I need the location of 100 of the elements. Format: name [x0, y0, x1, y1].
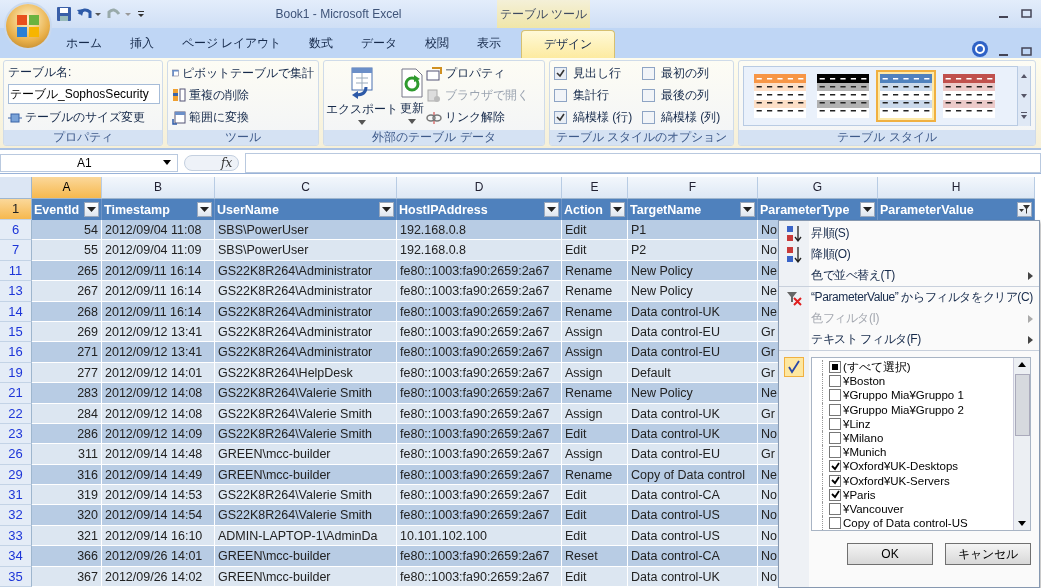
row-header[interactable]: 7: [0, 240, 32, 261]
ribbon-button[interactable]: 重複の削除: [172, 86, 314, 105]
filter-value-option[interactable]: (すべて選択): [822, 360, 1013, 375]
ribbon-tab[interactable]: デザイン: [521, 30, 616, 58]
table-cell: Edit: [562, 423, 628, 445]
row-header[interactable]: 21: [0, 383, 32, 404]
ribbon-tab[interactable]: ページ レイアウト: [168, 30, 296, 56]
column-header[interactable]: D: [397, 177, 562, 199]
row-header[interactable]: 11: [0, 260, 32, 282]
insert-function-button[interactable]: fx: [184, 154, 240, 171]
row-header[interactable]: 33: [0, 525, 32, 547]
column-header[interactable]: H: [878, 177, 1035, 199]
table-cell: fe80::1003:fa90:2659:2a67: [397, 546, 562, 567]
table-cell: fe80::1003:fa90:2659:2a67: [397, 485, 562, 506]
filter-value-option[interactable]: ¥Gruppo Mia¥Gruppo 1: [822, 388, 1013, 403]
dialog-button[interactable]: OK: [847, 543, 933, 565]
group-label: テーブル スタイル: [739, 130, 1035, 145]
column-header[interactable]: E: [562, 177, 628, 199]
style-option-checkbox[interactable]: 最後の列: [642, 87, 730, 104]
table-cell: 2012/09/14 16:10: [102, 525, 215, 547]
name-box[interactable]: A1: [0, 153, 178, 172]
row-header[interactable]: 35: [0, 566, 32, 588]
table-cell: 268: [32, 301, 102, 322]
row-header[interactable]: 26: [0, 444, 32, 465]
column-header[interactable]: A: [32, 177, 102, 199]
style-option-checkbox[interactable]: 最初の列: [642, 64, 730, 82]
table-cell: 269: [32, 321, 102, 343]
row-header[interactable]: 15: [0, 321, 32, 343]
filter-value-option[interactable]: ¥Oxford¥UK-Servers: [822, 473, 1013, 488]
group-label: プロパティ: [4, 130, 162, 145]
filter-value-option[interactable]: ¥Linz: [822, 416, 1013, 431]
column-header[interactable]: G: [758, 177, 878, 199]
menu-item[interactable]: “ParameterValue” からフィルタをクリア(C): [779, 286, 1039, 308]
row-header[interactable]: 19: [0, 362, 32, 384]
table-cell: Data control-UK: [628, 301, 758, 322]
ribbon-button[interactable]: プロパティ: [426, 64, 529, 83]
row-header[interactable]: 1: [0, 199, 32, 220]
table-cell: GS22K8R264\HelpDesk: [215, 362, 397, 384]
table-cell: 2012/09/26 14:01: [102, 546, 215, 567]
table-header: UserName: [217, 202, 279, 217]
table-cell: 286: [32, 423, 102, 445]
resize-table-button[interactable]: テーブルのサイズ変更: [8, 108, 158, 128]
table-cell: Data control-CA: [628, 485, 758, 506]
table-cell: fe80::1003:fa90:2659:2a67: [397, 301, 562, 322]
table-cell: 2012/09/12 14:09: [102, 423, 215, 445]
row-header[interactable]: 16: [0, 342, 32, 363]
filter-value-option[interactable]: ¥Oxford¥UK-Desktops: [822, 459, 1013, 474]
table-cell: fe80::1003:fa90:2659:2a67: [397, 362, 562, 384]
row-header[interactable]: 31: [0, 485, 32, 506]
table-name-field[interactable]: テーブル_SophosSecurity: [8, 84, 160, 105]
column-header[interactable]: B: [102, 177, 215, 199]
export-button[interactable]: エクスポート: [326, 66, 398, 125]
table-cell: fe80::1003:fa90:2659:2a67: [397, 321, 562, 343]
table-cell: GS22K8R264\Administrator: [215, 321, 397, 343]
row-header[interactable]: 14: [0, 301, 32, 322]
ribbon-tab[interactable]: ホーム: [52, 30, 116, 56]
ribbon-button[interactable]: ピボットテーブルで集計: [172, 63, 314, 83]
row-header[interactable]: 34: [0, 546, 32, 567]
style-option-checkbox[interactable]: 集計行: [554, 87, 642, 104]
ribbon-tab[interactable]: 数式: [295, 30, 348, 56]
refresh-button[interactable]: 更新: [400, 67, 424, 124]
column-header[interactable]: C: [215, 177, 397, 199]
column-header[interactable]: F: [628, 177, 758, 199]
row-header[interactable]: 6: [0, 220, 32, 241]
table-cell: fe80::1003:fa90:2659:2a67: [397, 403, 562, 424]
row-header[interactable]: 29: [0, 464, 32, 486]
table-cell: 192.168.0.8: [397, 240, 562, 261]
ribbon-button[interactable]: 範囲に変換: [172, 108, 314, 128]
style-option-checkbox[interactable]: 見出し行: [554, 64, 642, 82]
context-tab-label: テーブル ツール: [497, 0, 590, 28]
table-cell: 2012/09/12 13:41: [102, 321, 215, 343]
style-option-checkbox[interactable]: 縞模様 (列): [642, 109, 730, 127]
table-cell: 277: [32, 362, 102, 384]
row-header[interactable]: 13: [0, 281, 32, 302]
table-cell: 2012/09/04 11:08: [102, 220, 215, 241]
filter-value-option[interactable]: ¥Milano: [822, 430, 1013, 446]
row-header[interactable]: 22: [0, 403, 32, 424]
table-cell: fe80::1003:fa90:2659:2a67: [397, 342, 562, 363]
table-cell: GS22K8R264\Valerie Smith: [215, 383, 397, 404]
table-cell: ADMIN-LAPTOP-1\AdminDa: [215, 525, 397, 547]
ribbon-button[interactable]: リンク解除: [426, 108, 529, 127]
table-cell: fe80::1003:fa90:2659:2a67: [397, 464, 562, 486]
dialog-button[interactable]: キャンセル: [945, 543, 1031, 565]
ribbon-tab[interactable]: 校閲: [411, 30, 464, 56]
table-cell: Data control-EU: [628, 321, 758, 343]
filter-value-option[interactable]: Copy of Data control-US: [822, 516, 1013, 531]
ribbon-tab[interactable]: 挿入: [116, 30, 168, 56]
filter-value-option[interactable]: ¥Munich: [822, 445, 1013, 460]
table-cell: fe80::1003:fa90:2659:2a67: [397, 423, 562, 445]
filter-value-option[interactable]: ¥Boston: [822, 374, 1013, 389]
filter-value-option[interactable]: ¥Vancouver: [822, 501, 1013, 517]
filter-value-option[interactable]: ¥Paris: [822, 487, 1013, 502]
row-header[interactable]: 23: [0, 423, 32, 445]
table-cell: 265: [32, 260, 102, 282]
ribbon-tab[interactable]: データ: [347, 30, 412, 56]
filter-value-option[interactable]: ¥Gruppo Mia¥Gruppo 2: [822, 402, 1013, 417]
ribbon-tab[interactable]: 表示: [463, 30, 516, 56]
table-cell: GREEN\mcc-builder: [215, 566, 397, 588]
style-option-checkbox[interactable]: 縞模様 (行): [554, 109, 642, 127]
row-header[interactable]: 32: [0, 505, 32, 526]
